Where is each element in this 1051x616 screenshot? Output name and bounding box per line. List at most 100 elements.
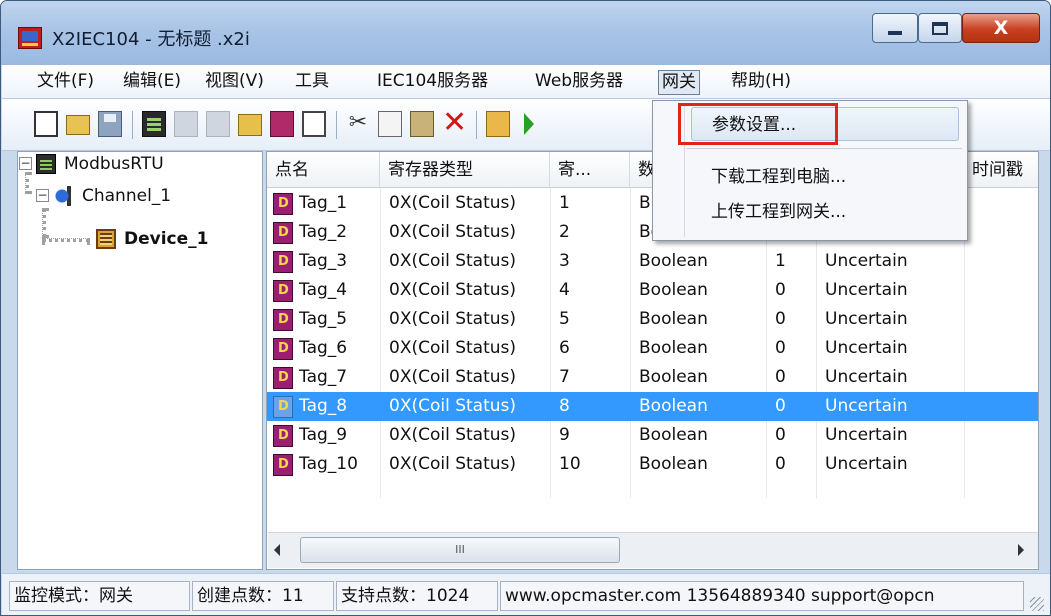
add-device-icon[interactable] bbox=[270, 111, 294, 137]
save-icon[interactable] bbox=[98, 111, 122, 137]
maximize-button[interactable] bbox=[918, 13, 962, 43]
table-row[interactable]: Tag_7 0X(Coil Status) 7 Boolean 0 Uncertain bbox=[267, 363, 1038, 392]
column-header-name[interactable]: 点名 bbox=[267, 152, 380, 188]
status-contact: www.opcmaster.com 13564889340 support@op… bbox=[500, 581, 1024, 611]
cell-address: 8 bbox=[559, 396, 570, 416]
cell-name: Tag_8 bbox=[299, 396, 348, 416]
cell-data-type: Boolean bbox=[639, 251, 708, 271]
status-created-points: 创建点数：11 bbox=[192, 581, 334, 611]
cell-data-type: Boolean bbox=[639, 338, 708, 358]
column-header-timestamp[interactable]: 时间戳 bbox=[964, 152, 1038, 188]
tree-node-device[interactable]: Device_1 bbox=[18, 224, 258, 254]
table-row[interactable]: Tag_9 0X(Coil Status) 9 Boolean 0 Uncertain bbox=[267, 421, 1038, 450]
tree-node-label: Channel_1 bbox=[82, 186, 172, 206]
cell-address: 3 bbox=[559, 251, 570, 271]
cell-register-type: 0X(Coil Status) bbox=[389, 338, 517, 358]
delete-icon[interactable]: ✕ bbox=[442, 108, 467, 138]
properties-icon[interactable] bbox=[302, 111, 326, 137]
add-tag-faint-icon[interactable] bbox=[206, 111, 230, 137]
collapse-icon[interactable]: − bbox=[19, 157, 32, 170]
table-row[interactable]: Tag_3 0X(Coil Status) 3 Boolean 1 Uncertain bbox=[267, 247, 1038, 276]
status-mode: 监控模式：网关 bbox=[9, 581, 190, 611]
close-button[interactable]: X bbox=[962, 13, 1040, 43]
menu-iec104-server[interactable]: IEC104服务器 bbox=[374, 70, 491, 95]
tree-node-label: ModbusRTU bbox=[64, 154, 164, 174]
play-icon[interactable] bbox=[524, 113, 534, 135]
menu-edit[interactable]: 编辑(E) bbox=[120, 70, 184, 95]
menu-tools[interactable]: 工具 bbox=[292, 70, 332, 95]
toolbar-separator bbox=[336, 111, 337, 139]
cell-data-type: Boolean bbox=[639, 454, 708, 474]
table-row[interactable]: Tag_6 0X(Coil Status) 6 Boolean 0 Uncertain bbox=[267, 334, 1038, 363]
cell-address: 7 bbox=[559, 367, 570, 387]
status-bar: 监控模式：网关 创建点数：11 支持点数：1024 www.opcmaster.… bbox=[2, 573, 1050, 615]
scroll-right-icon[interactable] bbox=[1018, 544, 1024, 556]
tag-icon bbox=[273, 425, 293, 447]
cell-name: Tag_2 bbox=[299, 222, 348, 242]
title-bar[interactable]: X2IEC104 - 无标题 .x2i X bbox=[1, 1, 1050, 65]
device-icon bbox=[96, 229, 116, 249]
cell-value: 0 bbox=[775, 309, 786, 329]
table-row[interactable]: Tag_8 0X(Coil Status) 8 Boolean 0 Uncertain bbox=[267, 392, 1038, 421]
channel-icon bbox=[54, 186, 74, 206]
tree-node-label: Device_1 bbox=[124, 229, 209, 249]
collapse-icon[interactable]: − bbox=[36, 189, 49, 202]
resize-grip-icon[interactable] bbox=[1030, 597, 1044, 611]
tree-node-channel[interactable]: − Channel_1 bbox=[18, 181, 258, 211]
cell-register-type: 0X(Coil Status) bbox=[389, 222, 517, 242]
cell-address: 10 bbox=[559, 454, 581, 474]
add-device-faint-icon[interactable] bbox=[174, 111, 198, 137]
table-row[interactable]: Tag_5 0X(Coil Status) 5 Boolean 0 Uncertain bbox=[267, 305, 1038, 334]
cell-data-type: Boolean bbox=[639, 425, 708, 445]
cell-name: Tag_10 bbox=[299, 454, 358, 474]
scroll-thumb[interactable]: III bbox=[300, 537, 620, 563]
toolbar-separator bbox=[132, 111, 133, 139]
tag-icon bbox=[273, 454, 293, 476]
table-row[interactable]: Tag_4 0X(Coil Status) 4 Boolean 0 Uncertain bbox=[267, 276, 1038, 305]
project-tree: − ModbusRTU − Channel_1 Device_1 bbox=[17, 151, 263, 570]
cell-value: 1 bbox=[775, 251, 786, 271]
menu-file[interactable]: 文件(F) bbox=[34, 70, 97, 95]
cell-name: Tag_1 bbox=[299, 193, 348, 213]
cell-register-type: 0X(Coil Status) bbox=[389, 454, 517, 474]
cell-value: 0 bbox=[775, 280, 786, 300]
menu-help[interactable]: 帮助(H) bbox=[728, 70, 794, 95]
copy-icon[interactable] bbox=[378, 111, 402, 137]
cell-quality: Uncertain bbox=[825, 396, 908, 416]
cell-name: Tag_6 bbox=[299, 338, 348, 358]
new-file-icon[interactable] bbox=[34, 111, 58, 137]
column-header-register-type[interactable]: 寄存器类型 bbox=[380, 152, 550, 188]
horizontal-scrollbar[interactable]: III bbox=[268, 532, 1038, 568]
menu-bar: 文件(F) 编辑(E) 视图(V) 工具 IEC104服务器 Web服务器 网关… bbox=[2, 65, 1050, 99]
run-tool-icon[interactable] bbox=[486, 111, 510, 137]
minimize-button[interactable] bbox=[872, 13, 918, 43]
open-folder-icon[interactable] bbox=[66, 115, 90, 135]
cell-register-type: 0X(Coil Status) bbox=[389, 367, 517, 387]
modbus-rtu-icon bbox=[36, 154, 56, 174]
cell-data-type: Boolean bbox=[639, 280, 708, 300]
minimize-icon bbox=[888, 31, 902, 35]
tree-node-modbusrtu[interactable]: − ModbusRTU bbox=[18, 149, 258, 179]
cell-quality: Uncertain bbox=[825, 280, 908, 300]
paste-icon[interactable] bbox=[410, 111, 434, 137]
cell-quality: Uncertain bbox=[825, 454, 908, 474]
table-row[interactable]: Tag_10 0X(Coil Status) 10 Boolean 0 Uncertain bbox=[267, 450, 1038, 479]
column-header-address[interactable]: 寄... bbox=[550, 152, 630, 188]
cell-data-type: B bbox=[639, 193, 651, 213]
menu-item-upload-project[interactable]: 上传工程到网关... bbox=[691, 195, 959, 229]
tag-icon bbox=[273, 338, 293, 360]
cell-address: 2 bbox=[559, 222, 570, 242]
tag-icon bbox=[273, 251, 293, 273]
menu-gateway[interactable]: 网关 bbox=[658, 70, 700, 95]
close-icon: X bbox=[993, 17, 1009, 39]
tag-icon bbox=[273, 309, 293, 331]
menu-web-server[interactable]: Web服务器 bbox=[532, 70, 626, 95]
cell-address: 6 bbox=[559, 338, 570, 358]
import-icon[interactable] bbox=[238, 114, 262, 136]
menu-item-download-project[interactable]: 下载工程到电脑... bbox=[691, 160, 959, 194]
highlight-annotation bbox=[678, 103, 838, 145]
add-channel-icon[interactable] bbox=[142, 111, 166, 137]
cut-icon[interactable]: ✂ bbox=[346, 111, 370, 137]
scroll-left-icon[interactable] bbox=[274, 544, 280, 556]
menu-view[interactable]: 视图(V) bbox=[202, 70, 267, 95]
